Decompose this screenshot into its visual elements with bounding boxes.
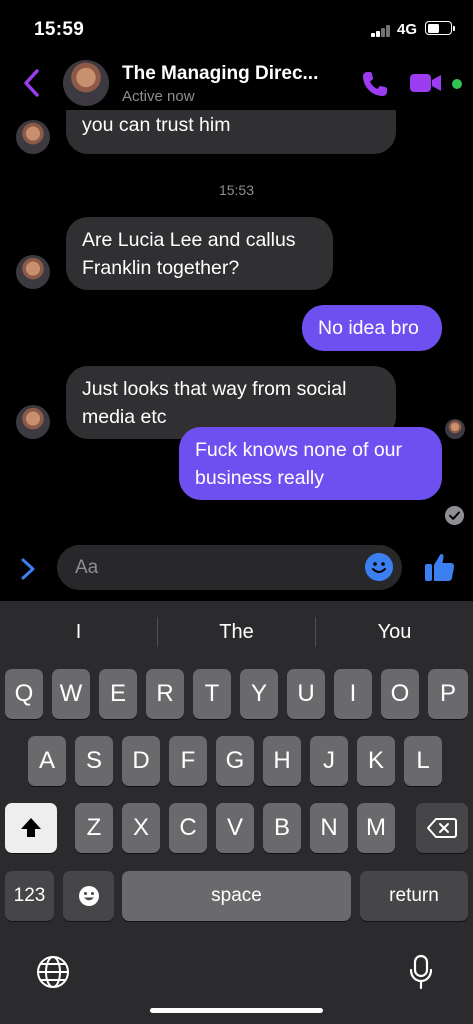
message-line: Are Lucia Lee and callus [82, 229, 296, 251]
key-t[interactable]: T [193, 669, 231, 719]
suggestion-1[interactable]: I [0, 601, 157, 661]
seen-avatar [445, 419, 465, 439]
key-n[interactable]: N [310, 803, 348, 853]
message-timestamp: 15:53 [218, 182, 255, 198]
contact-avatar[interactable] [63, 60, 109, 106]
message-line: No idea bro [318, 317, 419, 339]
chat-header: The Managing Direc... Active now [0, 58, 473, 110]
numbers-key[interactable]: 123 [5, 871, 54, 921]
signal-icon [371, 25, 393, 37]
globe-icon[interactable] [36, 955, 70, 989]
chevron-left-icon[interactable] [22, 68, 42, 98]
sender-avatar [16, 405, 50, 439]
backspace-key[interactable] [416, 803, 468, 853]
backspace-icon [427, 818, 457, 838]
emoji-icon [78, 886, 99, 906]
phone-icon[interactable] [360, 69, 390, 99]
sender-avatar [16, 120, 50, 154]
shift-key[interactable] [5, 803, 57, 853]
message-line: Franklin together? [82, 257, 240, 279]
key-w[interactable]: W [52, 669, 90, 719]
suggestion-3[interactable]: You [316, 601, 473, 661]
message-line: business really [195, 467, 324, 489]
key-p[interactable]: P [428, 669, 468, 719]
thumbs-up-icon[interactable] [423, 550, 457, 584]
key-f[interactable]: F [169, 736, 207, 786]
key-b[interactable]: B [263, 803, 301, 853]
return-key[interactable]: return [360, 871, 468, 921]
outgoing-message[interactable]: Fuck knows none of our business really [179, 427, 442, 500]
contact-name[interactable]: The Managing Direc... [122, 63, 318, 85]
chevron-right-icon[interactable] [20, 557, 36, 581]
suggestion-2[interactable]: The [158, 601, 315, 661]
keyboard: I The You Q W E R T Y U I O P A S D F G … [0, 601, 473, 1024]
network-type: 4G [397, 21, 418, 38]
smiley-icon[interactable] [365, 553, 393, 581]
key-l[interactable]: L [404, 736, 442, 786]
key-j[interactable]: J [310, 736, 348, 786]
space-key[interactable]: space [122, 871, 351, 921]
composer [0, 537, 473, 601]
key-a[interactable]: A [28, 736, 66, 786]
key-v[interactable]: V [216, 803, 254, 853]
key-r[interactable]: R [146, 669, 184, 719]
message-list: you can trust him 15:53 Are Lucia Lee an… [0, 100, 473, 537]
key-h[interactable]: H [263, 736, 301, 786]
video-icon[interactable] [409, 71, 443, 95]
sent-check-icon [445, 506, 464, 525]
key-m[interactable]: M [357, 803, 395, 853]
status-time: 15:59 [34, 19, 85, 40]
key-c[interactable]: C [169, 803, 207, 853]
home-indicator[interactable] [150, 1008, 323, 1013]
key-z[interactable]: Z [75, 803, 113, 853]
battery-icon [425, 21, 455, 35]
incoming-message[interactable]: Are Lucia Lee and callus Franklin togeth… [66, 217, 333, 290]
key-e[interactable]: E [99, 669, 137, 719]
key-u[interactable]: U [287, 669, 325, 719]
shift-icon [21, 818, 41, 837]
key-y[interactable]: Y [240, 669, 278, 719]
battery-level [427, 23, 440, 33]
key-g[interactable]: G [216, 736, 254, 786]
predictive-bar: I The You [0, 601, 473, 661]
sender-avatar [16, 255, 50, 289]
emoji-key[interactable] [63, 871, 114, 921]
online-indicator [452, 79, 462, 89]
key-k[interactable]: K [357, 736, 395, 786]
outgoing-message[interactable]: No idea bro [302, 305, 442, 351]
key-s[interactable]: S [75, 736, 113, 786]
message-input[interactable] [57, 545, 402, 590]
microphone-icon[interactable] [409, 954, 433, 990]
key-q[interactable]: Q [5, 669, 43, 719]
key-d[interactable]: D [122, 736, 160, 786]
active-status: Active now [122, 88, 195, 105]
status-bar: 15:59 4G [0, 0, 473, 58]
message-line: you can trust him [82, 114, 231, 136]
key-o[interactable]: O [381, 669, 419, 719]
key-i[interactable]: I [334, 669, 372, 719]
message-line: Fuck knows none of our [195, 439, 403, 461]
message-line: Just looks that way from social [82, 378, 347, 400]
key-x[interactable]: X [122, 803, 160, 853]
